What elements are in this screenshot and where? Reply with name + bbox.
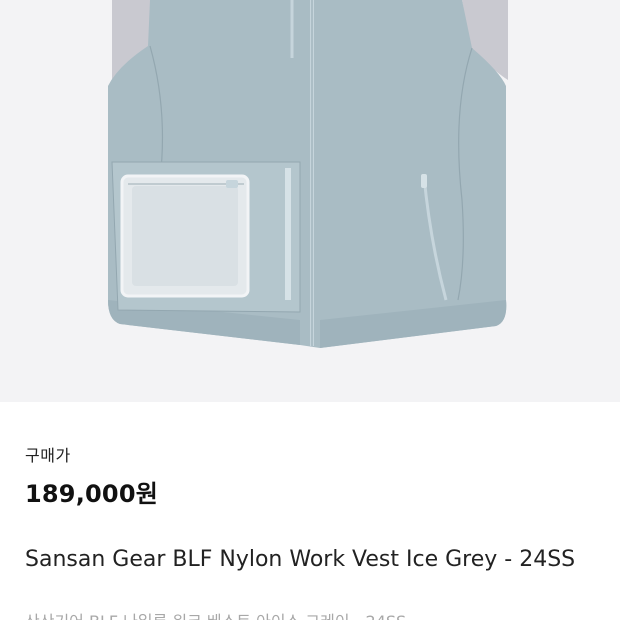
mesh-pocket-inner	[132, 186, 238, 286]
price-value: 189,000원	[25, 480, 158, 508]
product-image[interactable]	[0, 0, 620, 402]
product-title: Sansan Gear BLF Nylon Work Vest Ice Grey…	[25, 547, 576, 572]
mesh-zipper-pull-icon	[226, 180, 238, 188]
product-detail-page: 구매가 189,000원 Sansan Gear BLF Nylon Work …	[0, 0, 620, 620]
product-title-korean: 산산기어 BLF 나일론 워크 베스트 아이스 그레이 - 24SS	[25, 608, 406, 620]
price-label: 구매가	[25, 446, 71, 465]
vest-illustration	[108, 0, 508, 348]
product-info: 구매가 189,000원 Sansan Gear BLF Nylon Work …	[0, 402, 620, 620]
zipper-pull-icon	[421, 174, 427, 188]
